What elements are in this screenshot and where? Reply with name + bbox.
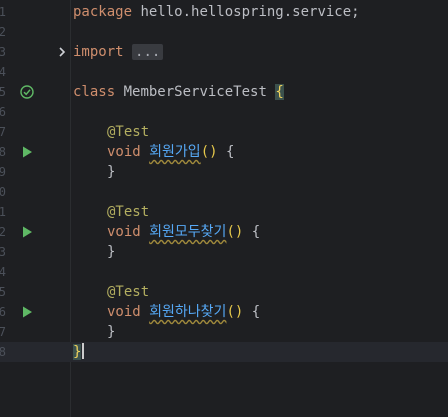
code-text: void 회원가입() { bbox=[107, 142, 234, 162]
code-editor[interactable]: 1 package hello.hellospring.service; 2 3… bbox=[0, 0, 448, 417]
method-name: 회원모두찾기 bbox=[149, 224, 227, 240]
keyword: import bbox=[73, 44, 124, 60]
code-line-10[interactable]: 0 bbox=[0, 182, 448, 202]
line-number: 0 bbox=[0, 185, 6, 199]
code-text: @Test bbox=[107, 122, 149, 142]
line-number: 4 bbox=[0, 65, 6, 79]
line-number: 2 bbox=[0, 25, 6, 39]
code-text: @Test bbox=[107, 202, 149, 222]
matched-brace: } bbox=[73, 344, 82, 360]
chevron-right-icon[interactable] bbox=[56, 42, 68, 62]
code-text: class MemberServiceTest { bbox=[73, 82, 284, 102]
keyword: void bbox=[107, 304, 141, 320]
line-number: 3 bbox=[0, 245, 6, 259]
code-line-4[interactable]: 4 bbox=[0, 62, 448, 82]
line-number: 2 bbox=[0, 225, 6, 239]
line-number: 7 bbox=[0, 125, 6, 139]
matched-brace: { bbox=[275, 84, 284, 100]
keyword: class bbox=[73, 84, 116, 100]
run-test-icon[interactable] bbox=[19, 142, 35, 162]
code-line-7[interactable]: 7 @Test bbox=[0, 122, 448, 142]
annotation: @Test bbox=[107, 284, 150, 300]
code-line-13[interactable]: 3 } bbox=[0, 242, 448, 262]
keyword: package bbox=[73, 4, 133, 20]
code-lines: 1 package hello.hellospring.service; 2 3… bbox=[0, 2, 448, 362]
class-name: MemberServiceTest bbox=[115, 84, 276, 100]
code-line-9[interactable]: 9 } bbox=[0, 162, 448, 182]
code-line-2[interactable]: 2 bbox=[0, 22, 448, 42]
close-brace: } bbox=[107, 324, 116, 340]
keyword: void bbox=[107, 144, 141, 160]
annotation: @Test bbox=[107, 204, 150, 220]
code-text: void 회원하나찾기() { bbox=[107, 302, 260, 322]
line-number: 1 bbox=[0, 5, 6, 19]
line-number: 1 bbox=[0, 205, 6, 219]
parens: () bbox=[226, 224, 244, 240]
annotation: @Test bbox=[107, 124, 150, 140]
method-name: 회원가입 bbox=[149, 144, 201, 160]
close-brace: } bbox=[107, 244, 116, 260]
close-brace: } bbox=[107, 164, 116, 180]
code-line-15[interactable]: 5 @Test bbox=[0, 282, 448, 302]
run-test-icon[interactable] bbox=[19, 302, 35, 322]
code-text: void 회원모두찾기() { bbox=[107, 222, 260, 242]
code-text: package hello.hellospring.service; bbox=[73, 2, 360, 22]
code-line-3[interactable]: 3 import ... bbox=[0, 42, 448, 62]
code-line-17[interactable]: 7 } bbox=[0, 322, 448, 342]
method-name: 회원하나찾기 bbox=[149, 304, 227, 320]
parens: () bbox=[226, 304, 244, 320]
code-line-14[interactable]: 4 bbox=[0, 262, 448, 282]
open-brace: { bbox=[217, 144, 235, 160]
code-text: } bbox=[107, 242, 115, 262]
line-number: 8 bbox=[0, 345, 6, 359]
keyword: void bbox=[107, 224, 141, 240]
line-number: 4 bbox=[0, 265, 6, 279]
code-line-11[interactable]: 1 @Test bbox=[0, 202, 448, 222]
line-number: 9 bbox=[0, 165, 6, 179]
code-text: } bbox=[107, 162, 115, 182]
line-number: 7 bbox=[0, 325, 6, 339]
code-line-5[interactable]: 5 class MemberServiceTest { bbox=[0, 82, 448, 102]
code-line-6[interactable]: 6 bbox=[0, 102, 448, 122]
code-text: } bbox=[73, 342, 85, 362]
code-line-1[interactable]: 1 package hello.hellospring.service; bbox=[0, 2, 448, 22]
run-test-icon[interactable] bbox=[19, 222, 35, 242]
line-number: 5 bbox=[0, 285, 6, 299]
code-text: @Test bbox=[107, 282, 149, 302]
code-line-12[interactable]: 2 void 회원모두찾기() { bbox=[0, 222, 448, 242]
line-number: 8 bbox=[0, 145, 6, 159]
line-number: 5 bbox=[0, 85, 6, 99]
test-passed-icon[interactable] bbox=[19, 82, 35, 102]
folded-imports[interactable]: ... bbox=[132, 44, 164, 60]
line-number: 6 bbox=[0, 105, 6, 119]
code-line-8[interactable]: 8 void 회원가입() { bbox=[0, 142, 448, 162]
line-number: 3 bbox=[0, 45, 6, 59]
code-line-18-current[interactable]: 8 } bbox=[0, 342, 448, 362]
parens: () bbox=[200, 144, 218, 160]
code-line-16[interactable]: 6 void 회원하나찾기() { bbox=[0, 302, 448, 322]
open-brace: { bbox=[243, 224, 261, 240]
open-brace: { bbox=[243, 304, 261, 320]
line-number: 6 bbox=[0, 305, 6, 319]
code-text: } bbox=[107, 322, 115, 342]
code-text: import ... bbox=[73, 42, 164, 62]
text-caret bbox=[82, 343, 85, 359]
package-name: hello.hellospring.service; bbox=[132, 4, 360, 20]
